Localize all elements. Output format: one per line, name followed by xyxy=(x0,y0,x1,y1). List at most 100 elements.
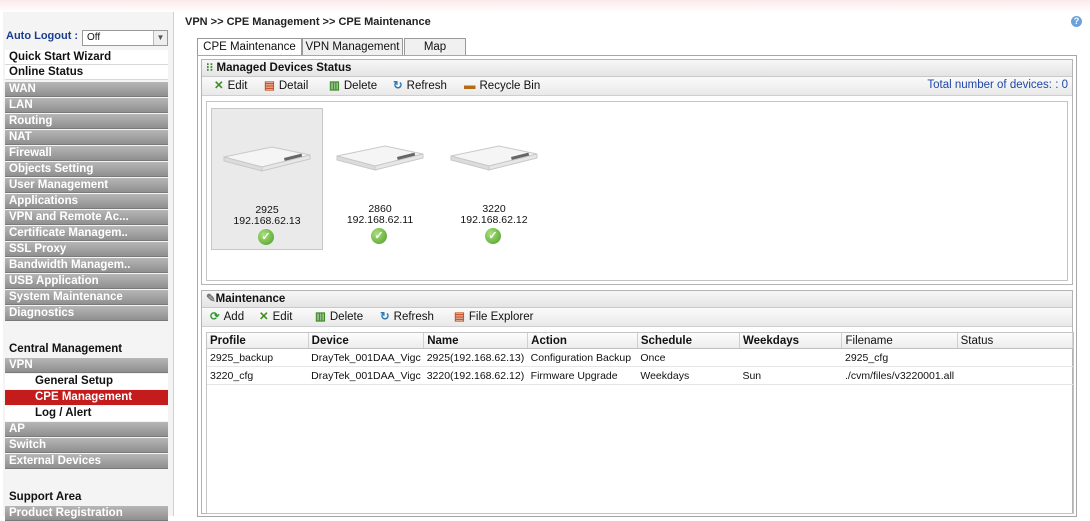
cell-name: 2925(192.168.62.13) xyxy=(423,348,528,367)
file-explorer-button[interactable]: ▤ File Explorer xyxy=(454,310,533,324)
device-card[interactable]: 2860 192.168.62.11 ✓ xyxy=(325,108,435,248)
table-header-row: Profile Device Name Action Schedule Week… xyxy=(207,333,1073,349)
sidebar-item-product-registration[interactable]: Product Registration xyxy=(5,506,168,521)
table-row[interactable]: 3220_cfg DrayTek_001DAA_Vigc 3220(192.16… xyxy=(207,366,1073,385)
refresh-button[interactable]: ↻ Refresh xyxy=(393,79,447,93)
delete-profile-button[interactable]: ▥ Delete xyxy=(315,310,363,324)
auto-logout: Auto Logout : Off ▼ xyxy=(3,30,171,46)
cell-filename: ./cvm/files/v3220001.all xyxy=(841,366,958,385)
sidebar-item-quick-start-wizard[interactable]: Quick Start Wizard xyxy=(5,50,168,65)
check-icon: ✓ xyxy=(485,228,501,244)
maintenance-table: Profile Device Name Action Schedule Week… xyxy=(207,333,1073,385)
breadcrumb: VPN >> CPE Management >> CPE Maintenance xyxy=(185,16,431,28)
sidebar-item-objects-setting[interactable]: Objects Setting xyxy=(5,162,168,177)
column-header[interactable]: Status xyxy=(957,333,1073,349)
cell-status xyxy=(957,348,1073,367)
cell-schedule: Once xyxy=(637,348,740,367)
help-icon[interactable]: ? xyxy=(1071,16,1082,27)
sidebar-item-general-setup[interactable]: General Setup xyxy=(5,374,168,389)
sidebar-item-routing[interactable]: Routing xyxy=(5,114,168,129)
tab-map[interactable]: Map xyxy=(404,38,466,55)
edit-icon: ✕ xyxy=(214,80,224,92)
maintenance-header: ✎Maintenance xyxy=(202,291,1072,308)
sidebar-item-wan[interactable]: WAN xyxy=(5,82,168,97)
edit-profile-button[interactable]: ✕ Edit xyxy=(259,310,292,324)
detail-button[interactable]: ▤ Detail xyxy=(264,79,308,93)
sidebar-item-external-devices[interactable]: External Devices xyxy=(5,454,168,469)
cell-profile: 3220_cfg xyxy=(207,366,309,385)
sidebar-item-certificate-managem[interactable]: Certificate Managem.. xyxy=(5,226,168,241)
sidebar-item-diagnostics[interactable]: Diagnostics xyxy=(5,306,168,321)
device-card[interactable]: 3220 192.168.62.12 ✓ xyxy=(439,108,549,248)
cell-weekdays: Sun xyxy=(739,366,842,385)
auto-logout-select[interactable]: Off ▼ xyxy=(82,30,168,46)
sidebar-item-user-management[interactable]: User Management xyxy=(5,178,168,193)
edit-icon: ✕ xyxy=(259,311,269,323)
sidebar-item-switch[interactable]: Switch xyxy=(5,438,168,453)
add-button[interactable]: ⟳ Add xyxy=(210,310,244,324)
delete-button[interactable]: ▥ Delete xyxy=(329,79,377,93)
device-area: 2925 192.168.62.13 ✓ 2860 192.168.62.11 … xyxy=(206,101,1068,281)
cell-name: 3220(192.168.62.12) xyxy=(423,366,528,385)
edit-label: Edit xyxy=(227,80,248,92)
cell-action: Configuration Backup xyxy=(527,348,638,367)
top-strip xyxy=(0,0,1090,12)
cell-device: DrayTek_001DAA_Vigc xyxy=(308,366,424,385)
sidebar-item-bandwidth-managem[interactable]: Bandwidth Managem.. xyxy=(5,258,168,273)
sidebar-item-ap[interactable]: AP xyxy=(5,422,168,437)
sidebar-item-ssl-proxy[interactable]: SSL Proxy xyxy=(5,242,168,257)
check-icon: ✓ xyxy=(258,229,274,245)
column-header[interactable]: Device xyxy=(308,333,425,349)
delete-icon: ▥ xyxy=(329,80,340,92)
maintenance-title: Maintenance xyxy=(215,293,286,305)
recycle-bin-label: Recycle Bin xyxy=(479,80,541,92)
column-header[interactable]: Profile xyxy=(207,333,309,349)
refresh-label: Refresh xyxy=(406,80,447,92)
tab-vpn-management[interactable]: VPN Management xyxy=(302,38,403,55)
device-ip: 192.168.62.11 xyxy=(346,214,414,226)
sidebar-item-applications[interactable]: Applications xyxy=(5,194,168,209)
sidebar-item-log-alert[interactable]: Log / Alert xyxy=(5,406,168,421)
auto-logout-value: Off xyxy=(87,32,101,43)
device-card[interactable]: 2925 192.168.62.13 ✓ xyxy=(211,108,323,250)
sidebar-item-cpe-management[interactable]: CPE Management xyxy=(5,390,168,405)
device-ip: 192.168.62.13 xyxy=(233,215,301,227)
sidebar-item-central-management: Central Management xyxy=(9,343,123,355)
sidebar-item-vpn-and-remote-ac[interactable]: VPN and Remote Ac... xyxy=(5,210,168,225)
edit-button[interactable]: ✕ Edit xyxy=(214,79,247,93)
column-header[interactable]: Action xyxy=(527,333,638,349)
router-icon xyxy=(450,145,538,171)
edit-profile-label: Edit xyxy=(272,311,293,323)
file-explorer-icon: ▤ xyxy=(454,311,465,323)
recycle-bin-button[interactable]: ▬ Recycle Bin xyxy=(464,79,540,93)
cell-device: DrayTek_001DAA_Vigc xyxy=(308,348,424,367)
delete-icon: ▥ xyxy=(315,311,326,323)
refresh-profile-button[interactable]: ↻ Refresh xyxy=(380,310,434,324)
sidebar-item-system-maintenance[interactable]: System Maintenance xyxy=(5,290,168,305)
column-header[interactable]: Name xyxy=(423,333,529,349)
sidebar-item-nat[interactable]: NAT xyxy=(5,130,168,145)
column-header[interactable]: Schedule xyxy=(637,333,740,349)
wrench-icon: ✎ xyxy=(206,293,216,305)
auto-logout-label: Auto Logout : xyxy=(6,30,79,42)
maintenance-box: ✎Maintenance ⟳ Add ✕ Edit ▥ Delete ↻ Refresh… xyxy=(201,290,1074,514)
cell-status xyxy=(957,366,1073,385)
sidebar-item-vpn[interactable]: VPN xyxy=(5,358,168,373)
refresh-icon: ↻ xyxy=(393,80,403,92)
total-devices: Total number of devices: : 0 xyxy=(927,79,1068,91)
managed-toolbar: ✕ Edit ▤ Detail ▥ Delete ↻ Refresh ▬ Recycle … xyxy=(202,77,1072,96)
sidebar-item-online-status[interactable]: Online Status xyxy=(5,65,168,80)
table-row[interactable]: 2925_backup DrayTek_001DAA_Vigc 2925(192… xyxy=(207,348,1073,367)
column-header[interactable]: Filename xyxy=(841,333,958,349)
grid-icon: ⁝⁝ xyxy=(206,62,217,74)
sidebar-item-lan[interactable]: LAN xyxy=(5,98,168,113)
chevron-down-icon[interactable]: ▼ xyxy=(153,31,167,45)
refresh-icon: ↻ xyxy=(380,311,390,323)
sidebar-item-usb-application[interactable]: USB Application xyxy=(5,274,168,289)
add-icon: ⟳ xyxy=(210,311,220,323)
column-header[interactable]: Weekdays xyxy=(739,333,843,349)
sidebar-item-firewall[interactable]: Firewall xyxy=(5,146,168,161)
tab-cpe-maintenance[interactable]: CPE Maintenance xyxy=(197,38,302,56)
detail-icon: ▤ xyxy=(264,80,275,92)
cell-schedule: Weekdays xyxy=(637,366,740,385)
